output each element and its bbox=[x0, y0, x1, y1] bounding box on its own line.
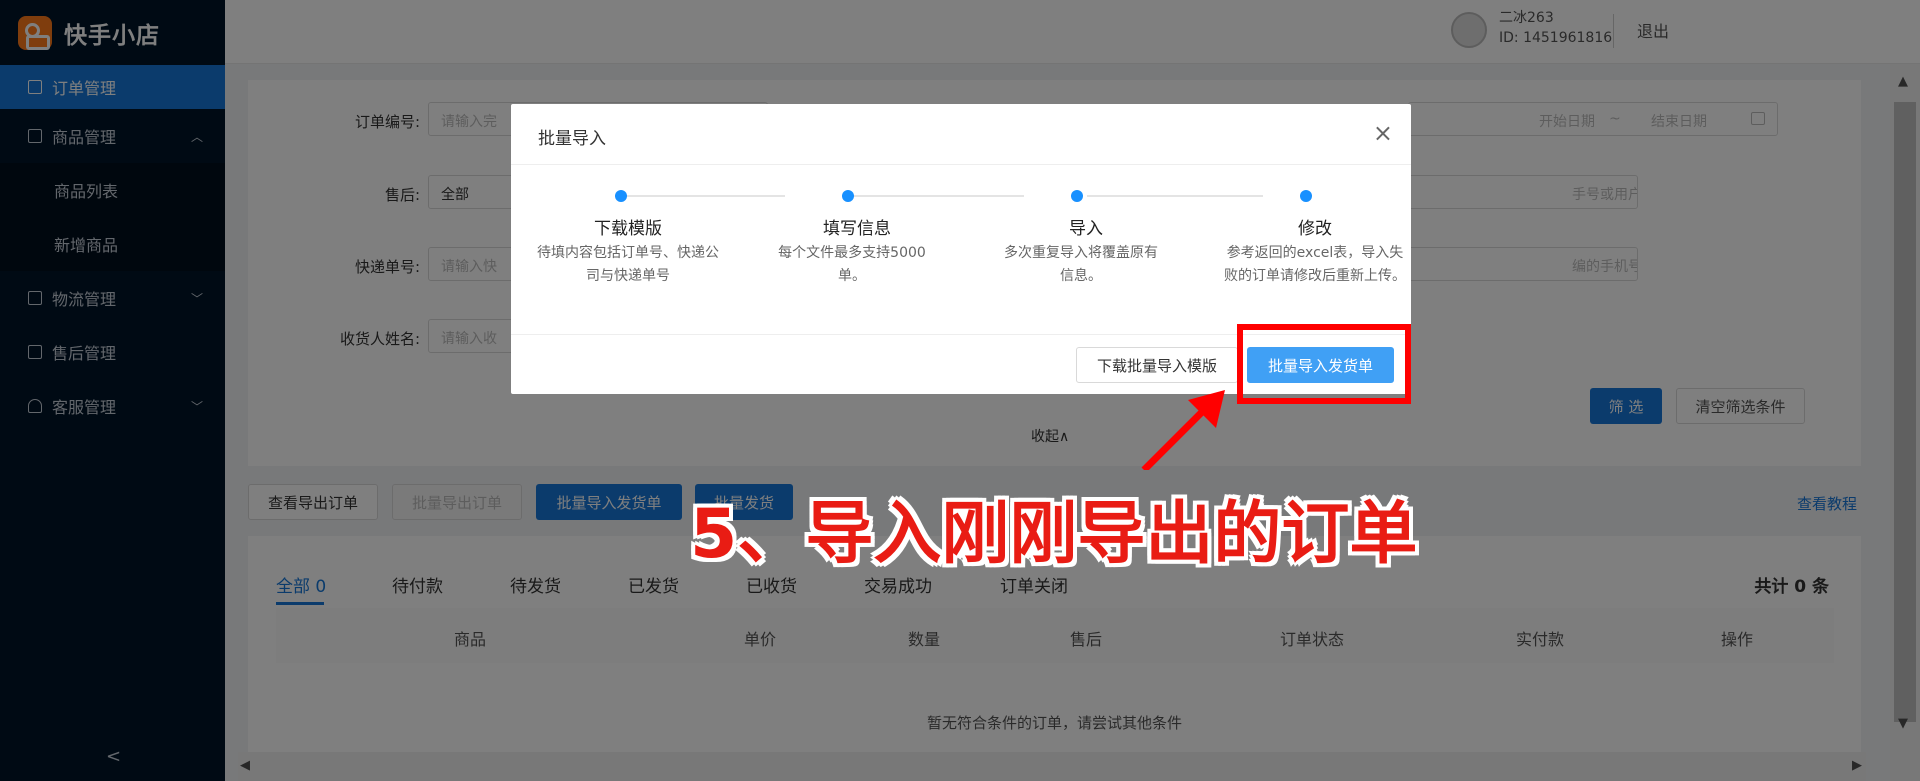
step-connector bbox=[1087, 195, 1263, 197]
step-description: 参考返回的excel表，导入失败的订单请修改后重新上传。 bbox=[1224, 245, 1406, 284]
highlight-box bbox=[1237, 324, 1411, 404]
step-title: 填写信息 bbox=[823, 219, 891, 239]
step-title: 修改 bbox=[1298, 219, 1332, 239]
download-template-button[interactable]: 下载批量导入模版 bbox=[1076, 347, 1238, 383]
step-dot bbox=[842, 190, 854, 202]
modal-title: 批量导入 bbox=[538, 129, 606, 149]
step-description: 每个文件最多支持5000单。 bbox=[778, 245, 926, 284]
step-title: 下载模版 bbox=[594, 219, 662, 239]
step-dot bbox=[1071, 190, 1083, 202]
step-connector bbox=[615, 195, 785, 197]
modal-divider bbox=[511, 164, 1411, 165]
annotation-text: 5、导入刚刚导出的订单 bbox=[690, 495, 1418, 574]
close-icon[interactable]: × bbox=[1373, 119, 1393, 147]
step-description: 多次重复导入将覆盖原有信息。 bbox=[1004, 245, 1158, 284]
step-description: 待填内容包括订单号、快递公司与快递单号 bbox=[537, 245, 719, 284]
annotation-arrow-icon bbox=[1141, 390, 1225, 470]
step-dot bbox=[1300, 190, 1312, 202]
step-title: 导入 bbox=[1069, 219, 1103, 239]
step-dot bbox=[615, 190, 627, 202]
step-connector bbox=[849, 195, 1024, 197]
